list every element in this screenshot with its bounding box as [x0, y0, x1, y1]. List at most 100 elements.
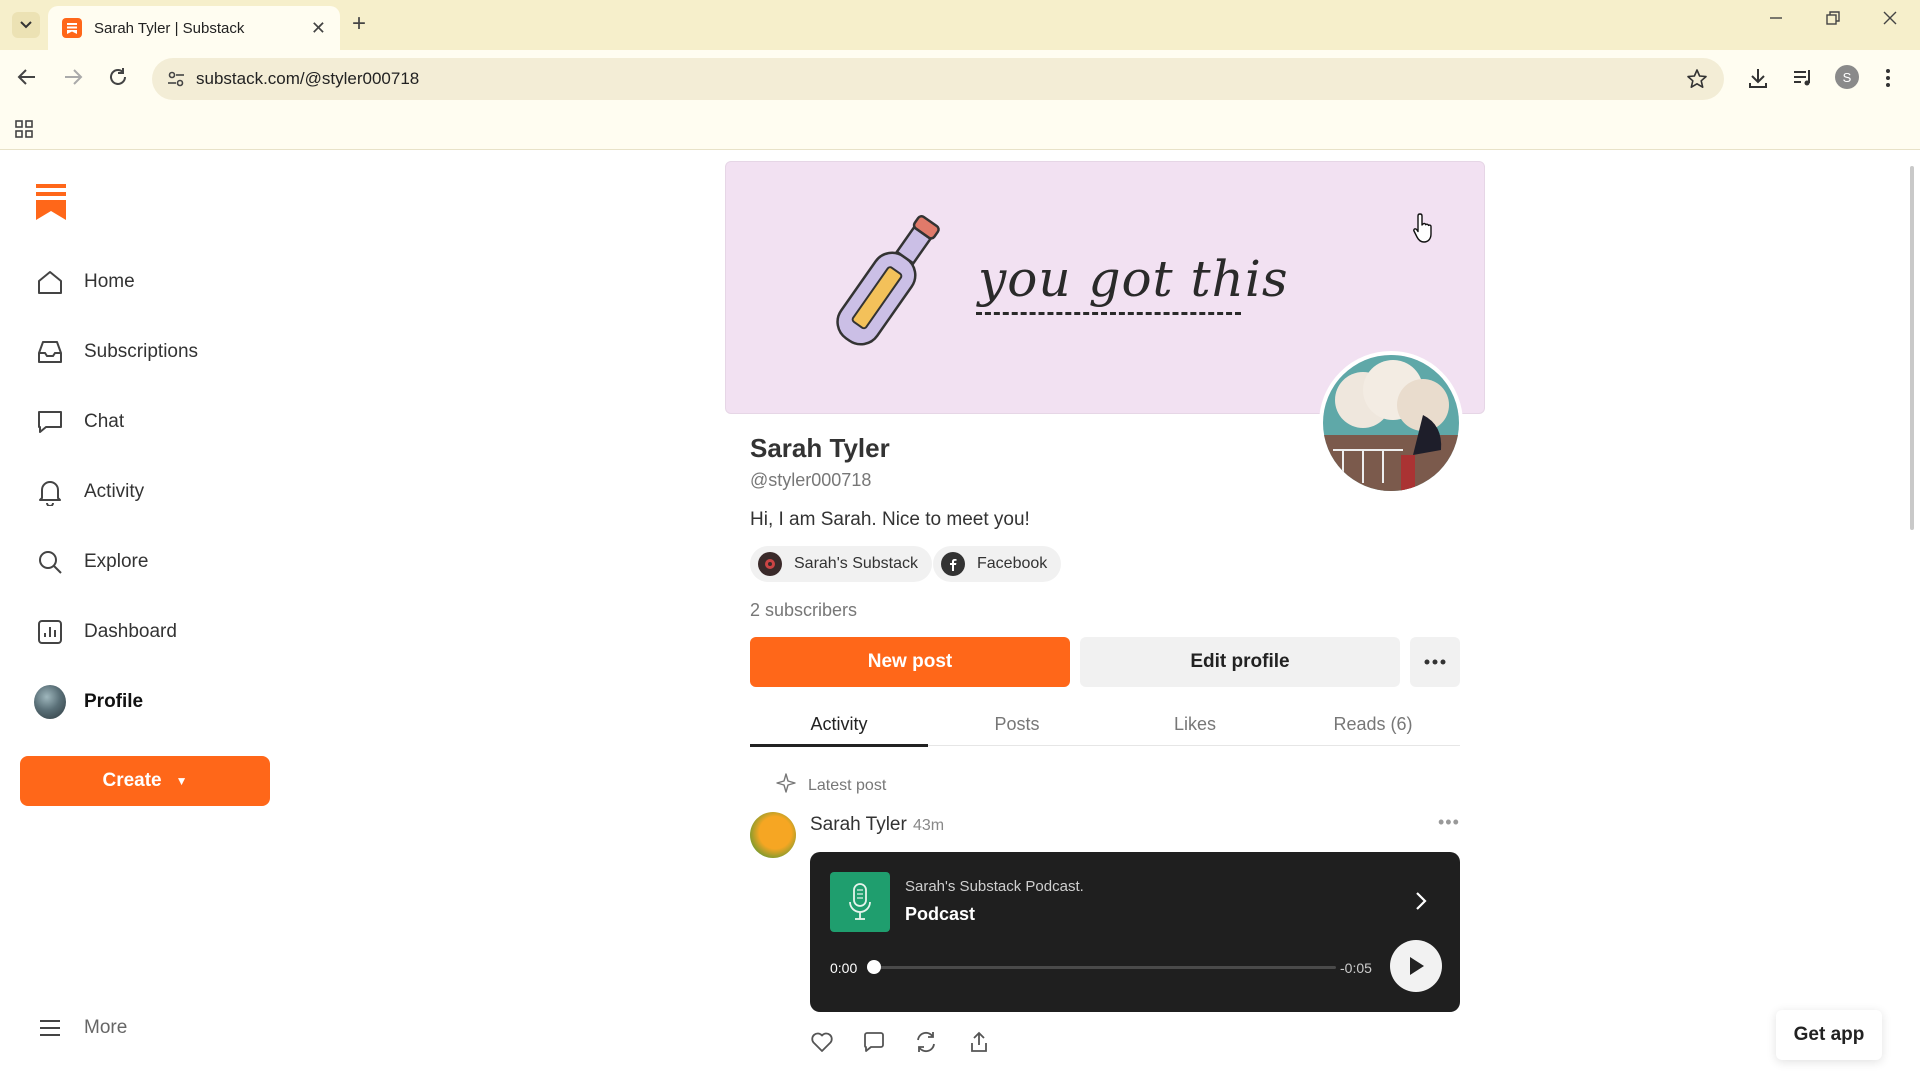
create-button[interactable]: Create ▼ [20, 756, 270, 806]
new-post-button[interactable]: New post [750, 637, 1070, 687]
search-icon [34, 546, 66, 578]
link-chip-label: Sarah's Substack [794, 555, 919, 572]
sidebar-item-label: Explore [84, 551, 149, 572]
like-button[interactable] [810, 1030, 834, 1059]
restack-button[interactable] [914, 1030, 938, 1059]
tab-activity[interactable]: Activity [750, 714, 928, 735]
sidebar-item-label: Activity [84, 481, 145, 502]
comment-button[interactable] [862, 1030, 886, 1059]
anime-scene-avatar-image [1323, 355, 1459, 491]
podcast-title[interactable]: Podcast [905, 904, 975, 925]
sidebar-item-profile[interactable]: Profile [34, 682, 143, 722]
download-icon[interactable] [1746, 66, 1770, 95]
progress-knob[interactable] [867, 960, 881, 974]
chevron-right-icon[interactable] [1414, 890, 1428, 917]
link-chip-label: Facebook [977, 555, 1048, 572]
profile-handle: @styler000718 [750, 470, 872, 490]
sidebar-item-label: Chat [84, 411, 125, 432]
media-control-icon[interactable] [1791, 66, 1815, 95]
reload-icon [110, 68, 126, 85]
profile-avatar-icon[interactable]: S [1835, 65, 1859, 89]
elapsed-time: 0:00 [830, 960, 858, 976]
post-options-icon[interactable]: ••• [1438, 812, 1460, 833]
progress-track[interactable] [868, 966, 1336, 969]
sidebar-item-explore[interactable]: Explore [34, 542, 148, 582]
play-button[interactable] [1390, 940, 1442, 992]
chart-icon [34, 616, 66, 648]
page-scrollbar[interactable] [1908, 152, 1916, 1080]
sidebar-item-activity[interactable]: Activity [34, 472, 144, 512]
sidebar-item-label: Dashboard [84, 621, 177, 642]
latest-post-label: Latest post [776, 773, 886, 798]
comment-icon [864, 1032, 884, 1052]
new-tab-button[interactable]: + [352, 11, 366, 37]
subscriber-count[interactable]: 2 subscribers [750, 600, 857, 621]
tab-reads[interactable]: Reads (6) [1284, 714, 1462, 735]
browser-tab-bar: Sarah Tyler | Substack ✕ + [0, 0, 1920, 50]
edit-profile-button[interactable]: Edit profile [1080, 637, 1400, 687]
profile-avatar[interactable] [1319, 351, 1463, 495]
forward-button[interactable] [62, 66, 84, 93]
substack-favicon-icon [62, 18, 82, 38]
tab-likes[interactable]: Likes [1106, 714, 1284, 735]
minimize-icon[interactable] [1768, 10, 1784, 31]
heart-icon [811, 1032, 833, 1052]
reload-button[interactable] [107, 66, 129, 93]
caret-down-icon: ▼ [175, 774, 188, 788]
sidebar-item-home[interactable]: Home [34, 262, 135, 302]
substack-publication-icon [758, 552, 782, 576]
bell-icon [34, 476, 66, 508]
post-author-avatar[interactable] [750, 812, 796, 858]
share-button[interactable] [967, 1030, 991, 1059]
sparkle-icon [776, 773, 796, 798]
home-icon [34, 266, 66, 298]
profile-bio: Hi, I am Sarah. Nice to meet you! [750, 509, 1030, 530]
podcast-publication: Sarah's Substack Podcast. [905, 878, 1084, 895]
back-button[interactable] [16, 66, 38, 93]
scrollbar-thumb[interactable] [1910, 166, 1914, 530]
url-text[interactable]: substack.com/@styler000718 [196, 69, 419, 89]
apps-grid-icon[interactable] [14, 119, 34, 144]
link-chip-substack[interactable]: Sarah's Substack [750, 546, 933, 582]
get-app-button[interactable]: Get app [1776, 1010, 1882, 1060]
sidebar-item-chat[interactable]: Chat [34, 402, 124, 442]
restack-icon [917, 1031, 935, 1053]
profile-tabs: Activity Posts Likes Reads (6) [750, 704, 1462, 747]
bookmarks-bar [0, 108, 1920, 150]
close-tab-icon[interactable]: ✕ [311, 18, 326, 39]
podcast-player-card[interactable]: Sarah's Substack Podcast. Podcast 0:00 -… [810, 852, 1460, 1012]
arrow-right-icon [65, 69, 83, 85]
arrow-left-icon [17, 69, 35, 85]
active-tab-indicator [750, 744, 928, 747]
hamburger-menu-icon [34, 1012, 66, 1044]
hand-cursor-icon [1412, 212, 1438, 249]
sidebar-item-subscriptions[interactable]: Subscriptions [34, 332, 198, 372]
browser-tab[interactable]: Sarah Tyler | Substack ✕ [48, 6, 340, 50]
facebook-icon [941, 552, 965, 576]
chevron-down-icon [20, 21, 32, 29]
remaining-time: -0:05 [1340, 960, 1372, 976]
share-icon [971, 1031, 987, 1052]
post-author-name[interactable]: Sarah Tyler [810, 814, 907, 836]
avatar [34, 685, 66, 719]
banner-text: you got this [978, 250, 1289, 308]
sidebar-item-more[interactable]: More [34, 1008, 127, 1048]
tab-title: Sarah Tyler | Substack [94, 19, 245, 37]
sidebar-item-label: Home [84, 271, 135, 292]
address-bar[interactable]: substack.com/@styler000718 [152, 58, 1724, 100]
tab-search-button[interactable] [12, 12, 40, 38]
link-chip-facebook[interactable]: Facebook [933, 546, 1062, 582]
tab-posts[interactable]: Posts [928, 714, 1106, 735]
bookmark-star-icon[interactable] [1686, 68, 1708, 95]
kebab-menu-icon[interactable] [1884, 66, 1892, 95]
avatar-wrapper [34, 685, 66, 719]
more-options-button[interactable] [1410, 637, 1460, 687]
site-settings-icon[interactable] [166, 69, 186, 94]
play-icon [1410, 957, 1424, 975]
ellipsis-icon [1424, 659, 1446, 665]
substack-logo-icon[interactable] [36, 184, 66, 225]
podcast-cover [830, 872, 890, 932]
restore-icon[interactable] [1825, 10, 1841, 31]
close-window-icon[interactable] [1882, 10, 1898, 31]
sidebar-item-dashboard[interactable]: Dashboard [34, 612, 177, 652]
